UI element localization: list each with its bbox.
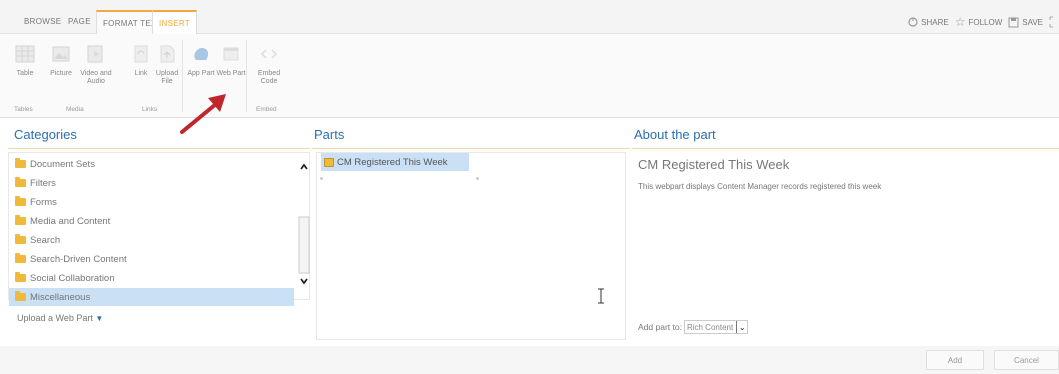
category-item[interactable]: Filters [15, 174, 56, 192]
app-part-button[interactable]: App Part [186, 42, 216, 78]
categories-header: Categories [14, 127, 77, 142]
group-label-tables: Tables [14, 106, 33, 113]
divider [8, 148, 310, 149]
part-title: CM Registered This Week [638, 157, 790, 172]
upload-file-icon [160, 45, 175, 63]
part-item-selected[interactable]: CM Registered This Week [321, 153, 469, 171]
category-item[interactable]: Forms [15, 193, 57, 211]
parts-header: Parts [314, 127, 345, 142]
embed-code-icon [260, 49, 278, 59]
category-item[interactable]: Document Sets [15, 155, 95, 173]
group-label-links: Links [142, 106, 158, 113]
about-header: About the part [634, 127, 716, 142]
tab-page[interactable]: PAGE [62, 10, 97, 34]
web-part-icon [223, 47, 239, 61]
follow-label: FOLLOW [968, 17, 1003, 27]
scroll-up-icon [300, 163, 308, 170]
focus-icon[interactable] [1049, 16, 1059, 28]
chevron-down-icon: ⌄ [736, 321, 747, 333]
footer-bar [0, 346, 1059, 374]
group-label-embed: Embed [256, 106, 277, 113]
part-description: This webpart displays Content Manager re… [638, 182, 882, 191]
categories-list: Document Sets Filters Forms Media and Co… [8, 152, 310, 306]
save-icon [1008, 17, 1019, 27]
ribbon-tab-bar: BROWSE PAGE FORMAT TEXT INSERT SHARE ☆ F… [0, 0, 1059, 34]
page-actions: SHARE ☆ FOLLOW SAVE [908, 10, 1059, 34]
add-part-to-label: Add part to: [638, 322, 682, 332]
table-button[interactable]: Table [10, 42, 40, 78]
folder-icon [15, 177, 26, 187]
chevron-down-icon: ▼ [95, 314, 104, 323]
cancel-button[interactable]: Cancel [994, 350, 1059, 370]
embed-code-button[interactable]: Embed Code [252, 42, 286, 86]
annotation-arrow [180, 94, 226, 134]
add-part-to-row: Add part to: Rich Content ⌄ [638, 320, 749, 334]
save-label: SAVE [1022, 17, 1043, 27]
categories-scrollbar[interactable] [298, 153, 310, 299]
ribbon-insert-panel: Table Picture Video and Audio Link Uploa… [0, 34, 1059, 118]
category-item[interactable]: Media and Content [15, 212, 110, 230]
add-button[interactable]: Add [926, 350, 984, 370]
share-icon [908, 17, 918, 27]
share-button[interactable]: SHARE [908, 17, 949, 27]
star-icon: ☆ [954, 15, 966, 29]
text-cursor-icon [598, 288, 604, 304]
tab-insert[interactable]: INSERT [152, 10, 197, 34]
category-item-selected[interactable]: Miscellaneous [9, 288, 294, 306]
handle-icon [320, 177, 323, 180]
follow-button[interactable]: ☆ FOLLOW [955, 15, 1003, 29]
category-item[interactable]: Search-Driven Content [15, 250, 127, 268]
tab-browse[interactable]: BROWSE [18, 10, 67, 34]
folder-icon [15, 253, 26, 263]
folder-icon [15, 158, 26, 168]
table-icon [15, 45, 35, 63]
handle-icon [476, 177, 479, 180]
folder-icon [15, 196, 26, 206]
divider [312, 148, 630, 149]
app-part-icon [194, 48, 209, 60]
video-audio-button[interactable]: Video and Audio [78, 42, 114, 86]
share-label: SHARE [921, 17, 949, 27]
web-part-item-icon [324, 157, 334, 167]
group-label-media: Media [66, 106, 84, 113]
upload-file-button[interactable]: Upload File [152, 42, 182, 86]
folder-icon [15, 272, 26, 282]
web-part-button[interactable]: Web Part [216, 42, 246, 78]
parts-list: CM Registered This Week [316, 152, 626, 340]
folder-icon [15, 234, 26, 244]
folder-icon [15, 291, 26, 301]
upload-web-part-link[interactable]: Upload a Web Part ▼ [17, 313, 103, 323]
save-button[interactable]: SAVE [1008, 17, 1043, 28]
picture-icon [52, 46, 70, 62]
group-divider [246, 40, 247, 112]
folder-icon [15, 215, 26, 225]
link-icon [134, 45, 148, 63]
category-item[interactable]: Social Collaboration [15, 269, 115, 287]
video-icon [87, 45, 103, 63]
add-part-to-select[interactable]: Rich Content ⌄ [683, 320, 749, 334]
category-item[interactable]: Search [15, 231, 60, 249]
scroll-thumb [298, 216, 310, 274]
divider [632, 148, 1059, 149]
scroll-down-icon [300, 278, 308, 285]
picture-button[interactable]: Picture [46, 42, 76, 78]
